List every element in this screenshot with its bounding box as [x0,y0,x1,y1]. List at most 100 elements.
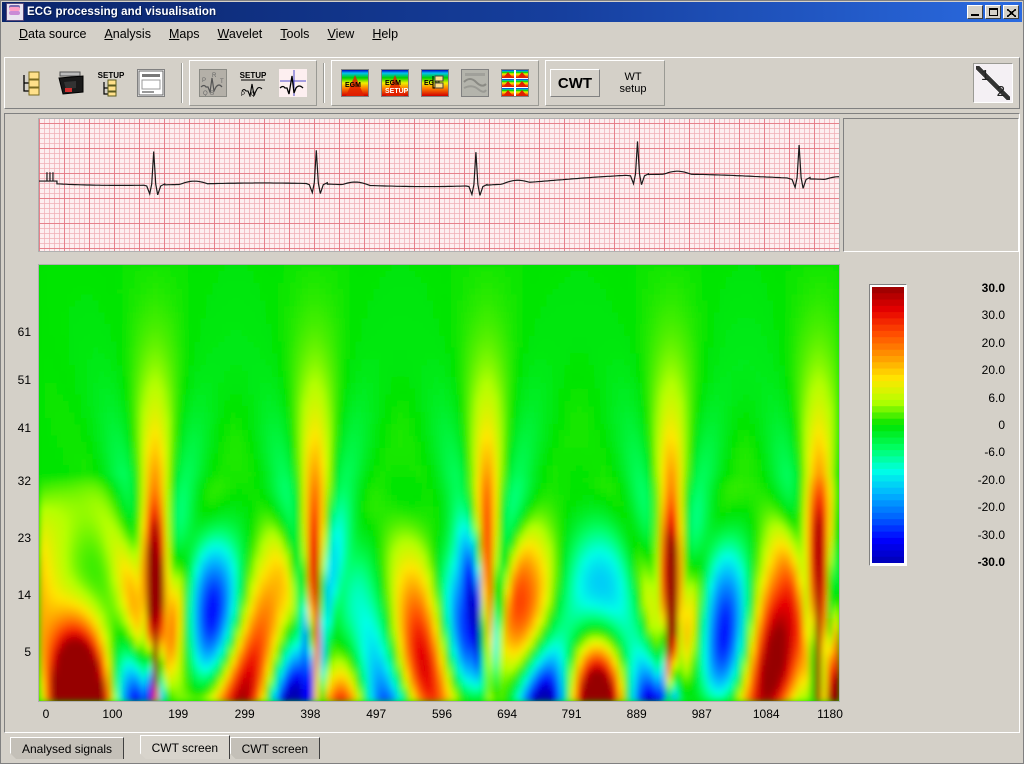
maximize-icon [989,8,998,16]
colorbar-label: 20.0 [981,363,1005,378]
toolbar-group-signal: P R T Q S SETUP P Q [189,60,317,106]
colorbar-labels: 30.0 30.0 20.0 20.0 6.0 0 -6.0 -20.0 -20.0 -30.0 -… [913,281,1013,569]
svg-text:P: P [241,92,245,97]
map-egm-button[interactable]: EGM [338,66,372,100]
wt-setup-label-line2: setup [619,83,647,95]
menu-item-help[interactable]: Help [363,25,407,43]
tab-analysed-signals-0[interactable]: Analysed signals [10,737,124,759]
toolbar-separator-2 [323,63,325,103]
close-icon [1007,9,1016,17]
map-grey-button[interactable] [458,66,492,100]
setup-pqrs-icon: SETUP P Q [239,69,267,97]
x-axis-tick-label: 199 [168,707,189,721]
colorbar-gradient [872,287,904,564]
minimize-button[interactable] [967,5,983,19]
colorbar-label: 30.0 [981,281,1005,295]
report-page-button[interactable] [134,66,168,100]
x-axis-tick-label: 299 [234,707,255,721]
scalogram-image [39,265,839,701]
window-controls [967,5,1020,19]
cwt-button[interactable]: CWT [550,69,600,97]
colorbar-label: 0 [998,418,1005,432]
pqrst-wave-button[interactable]: P R T Q S [196,66,230,100]
app-icon [6,3,24,21]
svg-text:S: S [210,91,214,96]
tree-nodes-icon [17,69,45,97]
toolbar-group-cwt: CWT WT setup [545,60,665,106]
ecg-crosshair-button[interactable] [276,66,310,100]
toolbar: SETUP P R T Q S SETUP P Q EGM EGM SETUP … [4,57,1020,109]
colorbar-frame [869,284,907,566]
toolbar-separator-1 [181,63,183,103]
client-area: 61 51 41 32 23 14 5 0 100 199 299 398 497 596 694 791 8… [4,113,1020,733]
x-axis-tick-label: 596 [431,707,452,721]
svg-text:EGM: EGM [385,80,401,87]
colorbar-label: 30.0 [981,308,1005,323]
tree-nodes-button[interactable] [14,66,48,100]
window-title: ECG processing and visualisation [27,6,217,18]
toolbar-group-file: SETUP [7,60,175,106]
minimize-icon [971,14,979,16]
menu-bar: Data source Analysis Maps Wavelet Tools View H… [2,23,1022,45]
x-axis-tick-label: 791 [561,707,582,721]
menu-item-view[interactable]: View [318,25,363,43]
map-multi-icon [501,69,529,97]
svg-text:EGM: EGM [345,82,361,89]
ecg-trace [39,141,839,197]
wt-setup-label-line1: WT [624,70,642,83]
map-egm-icon: EGM [341,69,369,97]
map-egm-setup-button[interactable]: EGM SETUP [378,66,412,100]
maximize-button[interactable] [985,5,1001,19]
x-axis-tick-label: 889 [626,707,647,721]
toolbar-group-maps: EGM EGM SETUP EGM [331,60,539,106]
tab-cwt-screen-2[interactable]: CWT screen [230,737,320,759]
cwt-scalogram[interactable] [38,264,840,702]
svg-text:P: P [202,78,206,84]
colorbar-label: -30.0 [977,555,1005,569]
colorbar-label: -20.0 [977,472,1005,487]
tab-cwt-screen-1[interactable]: CWT screen [140,735,230,759]
map-egm-setup-icon: EGM SETUP [381,69,409,97]
map-multi-button[interactable] [498,66,532,100]
floppy-disk-button[interactable] [54,66,88,100]
svg-text:Q: Q [203,91,208,96]
y-axis-tick-label: 14 [17,587,31,602]
x-axis-tick-label: 1084 [752,707,780,721]
menu-item-maps[interactable]: Maps [160,25,209,43]
application-window: ECG processing and visualisation Data so… [0,0,1024,764]
menu-item-tools[interactable]: Tools [271,25,318,43]
x-axis-tick-label: 497 [366,707,387,721]
colorbar-label: -20.0 [977,500,1005,515]
colorbar-label: 6.0 [988,390,1005,405]
x-axis-tick-label: 398 [300,707,321,721]
svg-text:Q: Q [251,92,256,97]
setup-tree-button[interactable]: SETUP [94,66,128,100]
ecg-crosshair-icon [279,69,307,97]
menu-item-wavelet[interactable]: Wavelet [209,25,272,43]
map-egm-tree-button[interactable]: EGM [418,66,452,100]
y-axis-tick-label: 32 [17,473,31,488]
pqrst-wave-icon: P R T Q S [199,69,227,97]
fraction-denominator: 2 [996,83,1005,100]
menu-item-analysis[interactable]: Analysis [95,25,160,43]
scalogram-y-axis: 61 51 41 32 23 14 5 [5,264,37,702]
ecg-strip[interactable] [38,118,840,252]
half-fraction-icon[interactable]: 1 2 [973,63,1013,103]
map-egm-tree-icon: EGM [421,69,449,97]
svg-text:SETUP: SETUP [385,88,408,95]
colorbar-label: 20.0 [981,335,1005,350]
y-axis-tick-label: 61 [17,324,31,339]
menu-item-data-source[interactable]: Data source [10,25,95,43]
scalogram-x-axis: 0 100 199 299 398 497 596 694 791 889 987 1084 1180 [38,704,843,728]
colorbar-label: -30.0 [977,527,1005,542]
y-axis-tick-label: 51 [17,373,31,388]
x-axis-tick-label: 694 [497,707,518,721]
colorbar-area: 30.0 30.0 20.0 20.0 6.0 0 -6.0 -20.0 -20.0 -30.0 -… [855,264,1015,702]
setup-pqrs-button[interactable]: SETUP P Q [236,66,270,100]
floppy-disk-icon [57,69,85,97]
svg-text:R: R [212,73,217,79]
svg-text:T: T [220,79,224,85]
tab-strip: Analysed signals CWT screen CWT screen [4,735,1020,761]
wt-setup-button[interactable]: WT setup [606,66,660,100]
close-button[interactable] [1003,5,1019,19]
